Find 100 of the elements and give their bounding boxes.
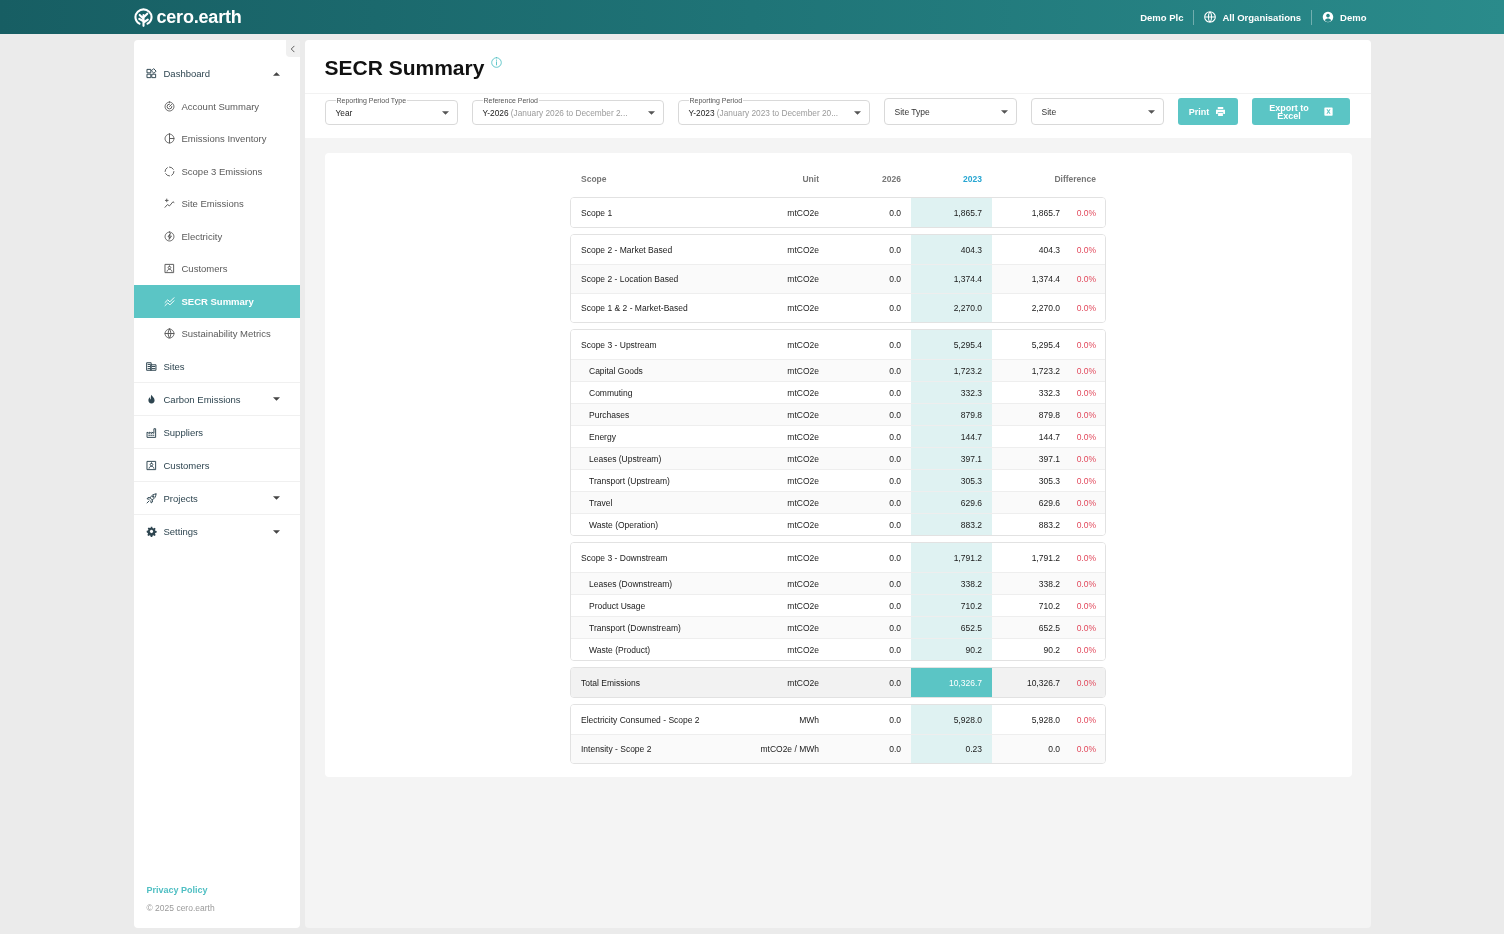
table-cell-text: mtCO2e xyxy=(786,338,820,352)
table-cell-text: 0.0% xyxy=(1075,743,1097,756)
sidebar-item[interactable]: Projects xyxy=(133,482,300,515)
table-cell-text: mtCO2e xyxy=(786,386,820,400)
dropdown-field[interactable]: Site Type xyxy=(883,98,1017,125)
sparkle-line-icon xyxy=(163,198,175,210)
collapse-button[interactable] xyxy=(285,40,300,57)
table-cell-text: 0.0 xyxy=(888,643,902,657)
table-cell: 404.3 xyxy=(911,235,992,264)
table-cell: 710.2 xyxy=(911,595,992,616)
sidebar-item[interactable]: Customers xyxy=(133,449,300,482)
column-header: Scope xyxy=(580,174,608,184)
table-cell-text: 0.0 xyxy=(888,386,902,400)
table-cell-text: 0.0 xyxy=(888,273,902,286)
table-cell-text: 0.0 xyxy=(888,430,902,444)
table-cell-text: 0.0 xyxy=(888,577,902,591)
table-cell-text: mtCO2e xyxy=(786,551,820,565)
table-cell-text: 5,928.0 xyxy=(1030,713,1061,727)
table-cell-text: Commuting xyxy=(588,386,634,400)
table-cell-text: Scope 1 xyxy=(580,206,614,220)
table-cell-text: mtCO2e xyxy=(786,676,820,690)
table-cell-text: Scope 3 - Upstream xyxy=(580,338,658,352)
sidebar-item[interactable]: Sustainability Metrics xyxy=(133,317,300,350)
table-cell-text: 397.1 xyxy=(1037,452,1061,466)
sidebar-item[interactable]: Electricity xyxy=(133,220,300,253)
table-cell-text: mtCO2e xyxy=(786,599,820,613)
sidebar-item[interactable]: Account Summary xyxy=(133,90,300,123)
table-cell-text: 0.0% xyxy=(1075,577,1097,591)
sidebar-item[interactable]: Scope 3 Emissions xyxy=(133,155,300,188)
dashed-ring-icon xyxy=(163,165,175,177)
table-cell-text: Capital Goods xyxy=(588,364,644,378)
sidebar-item[interactable]: Sites xyxy=(133,350,300,383)
table-cell-text: Scope 3 - Downstream xyxy=(580,551,669,565)
sidebar-item[interactable]: Customers xyxy=(133,252,300,285)
sidebar-item[interactable]: Settings xyxy=(133,515,300,548)
contact-card-icon xyxy=(145,459,157,471)
info-icon[interactable] xyxy=(491,57,503,68)
gauge-icon xyxy=(163,100,175,112)
table-cell-text: 0.0 xyxy=(888,364,902,378)
table-cell-text: 90.2 xyxy=(1042,643,1061,657)
table-cell-text: mtCO2e xyxy=(786,302,820,315)
spreadsheet-icon xyxy=(1323,106,1334,117)
table-cell-text: 0.0 xyxy=(888,551,902,565)
table-cell: 883.2 xyxy=(911,514,992,535)
caret-down-icon xyxy=(853,111,861,115)
table-cell-text: 0.0% xyxy=(1075,621,1097,635)
table-cell: 338.2 xyxy=(911,573,992,594)
sidebar-item[interactable]: Suppliers xyxy=(133,416,300,449)
table-cell-text: mtCO2e xyxy=(786,243,820,257)
sidebar-item[interactable]: Emissions Inventory xyxy=(133,122,300,155)
table-cell-text: Scope 1 & 2 - Market-Based xyxy=(580,302,689,315)
table-cell-text: 0.0 xyxy=(888,518,902,532)
user-menu-button[interactable]: Demo xyxy=(1322,11,1367,23)
table-cell-text: 0.0% xyxy=(1075,599,1097,613)
table-cell-text: 0.0 xyxy=(888,713,902,727)
dropdown-field[interactable]: Site xyxy=(1030,98,1164,125)
table-cell-text: 0.0 xyxy=(888,206,902,220)
tree-logo-icon xyxy=(133,7,153,27)
organisations-button[interactable]: All Organisations xyxy=(1204,11,1302,23)
factory-icon xyxy=(145,426,157,438)
table-cell-text: 10,326.7 xyxy=(1025,676,1061,690)
table-cell-text: Waste (Product) xyxy=(588,643,652,657)
user-icon xyxy=(1322,11,1335,23)
table-cell-text: mtCO2e xyxy=(786,273,820,286)
table-cell: 1,374.4 xyxy=(911,265,992,293)
printer-icon xyxy=(1215,106,1227,117)
table-cell-text: 879.8 xyxy=(1037,408,1061,422)
chevron-left-icon xyxy=(290,44,295,53)
company-button[interactable]: Demo Plc xyxy=(1140,11,1184,23)
table-cell-text: 0.0 xyxy=(888,743,902,756)
table-cell-text: mtCO2e xyxy=(786,452,820,466)
flame-icon xyxy=(145,393,157,405)
table-cell: 629.6 xyxy=(911,492,992,513)
sidebar-item[interactable]: Site Emissions xyxy=(133,187,300,220)
table-cell-text: 0.0% xyxy=(1075,452,1097,466)
table-cell-text: 1,374.4 xyxy=(1030,273,1061,286)
table-cell: 144.7 xyxy=(911,426,992,447)
table-cell-text: 0.0% xyxy=(1075,338,1097,352)
sidebar-item[interactable]: Dashboard xyxy=(133,57,300,90)
column-header: Difference xyxy=(1053,174,1097,184)
table-cell-text: mtCO2e / MWh xyxy=(759,743,820,756)
table-cell: 397.1 xyxy=(911,448,992,469)
logo-text[interactable]: cero.earth xyxy=(156,6,242,28)
table-cell: 10,326.7 xyxy=(911,668,992,697)
table-cell-text: 0.0% xyxy=(1075,430,1097,444)
table-cell-text: Transport (Upstream) xyxy=(588,474,671,488)
table-cell: 5,928.0 xyxy=(911,705,992,734)
table-cell: 1,865.7 xyxy=(911,198,992,227)
table-cell-text: 1,791.2 xyxy=(1030,551,1061,565)
globe-icon xyxy=(163,328,175,340)
copyright-text: © 2025 cero.earth xyxy=(146,903,216,913)
table-cell-text: MWh xyxy=(798,713,820,727)
table-cell-text: 0.0% xyxy=(1075,713,1097,727)
table-cell: 1,791.2 xyxy=(911,543,992,572)
table-cell-text: 1,865.7 xyxy=(1030,206,1061,220)
table-cell-text: 0.0% xyxy=(1075,206,1097,220)
table-cell-text: 0.0 xyxy=(1047,743,1061,756)
sidebar-item[interactable]: Carbon Emissions xyxy=(133,383,300,416)
table-cell-text: Total Emissions xyxy=(580,676,642,690)
table-cell-text: 0.0 xyxy=(888,408,902,422)
